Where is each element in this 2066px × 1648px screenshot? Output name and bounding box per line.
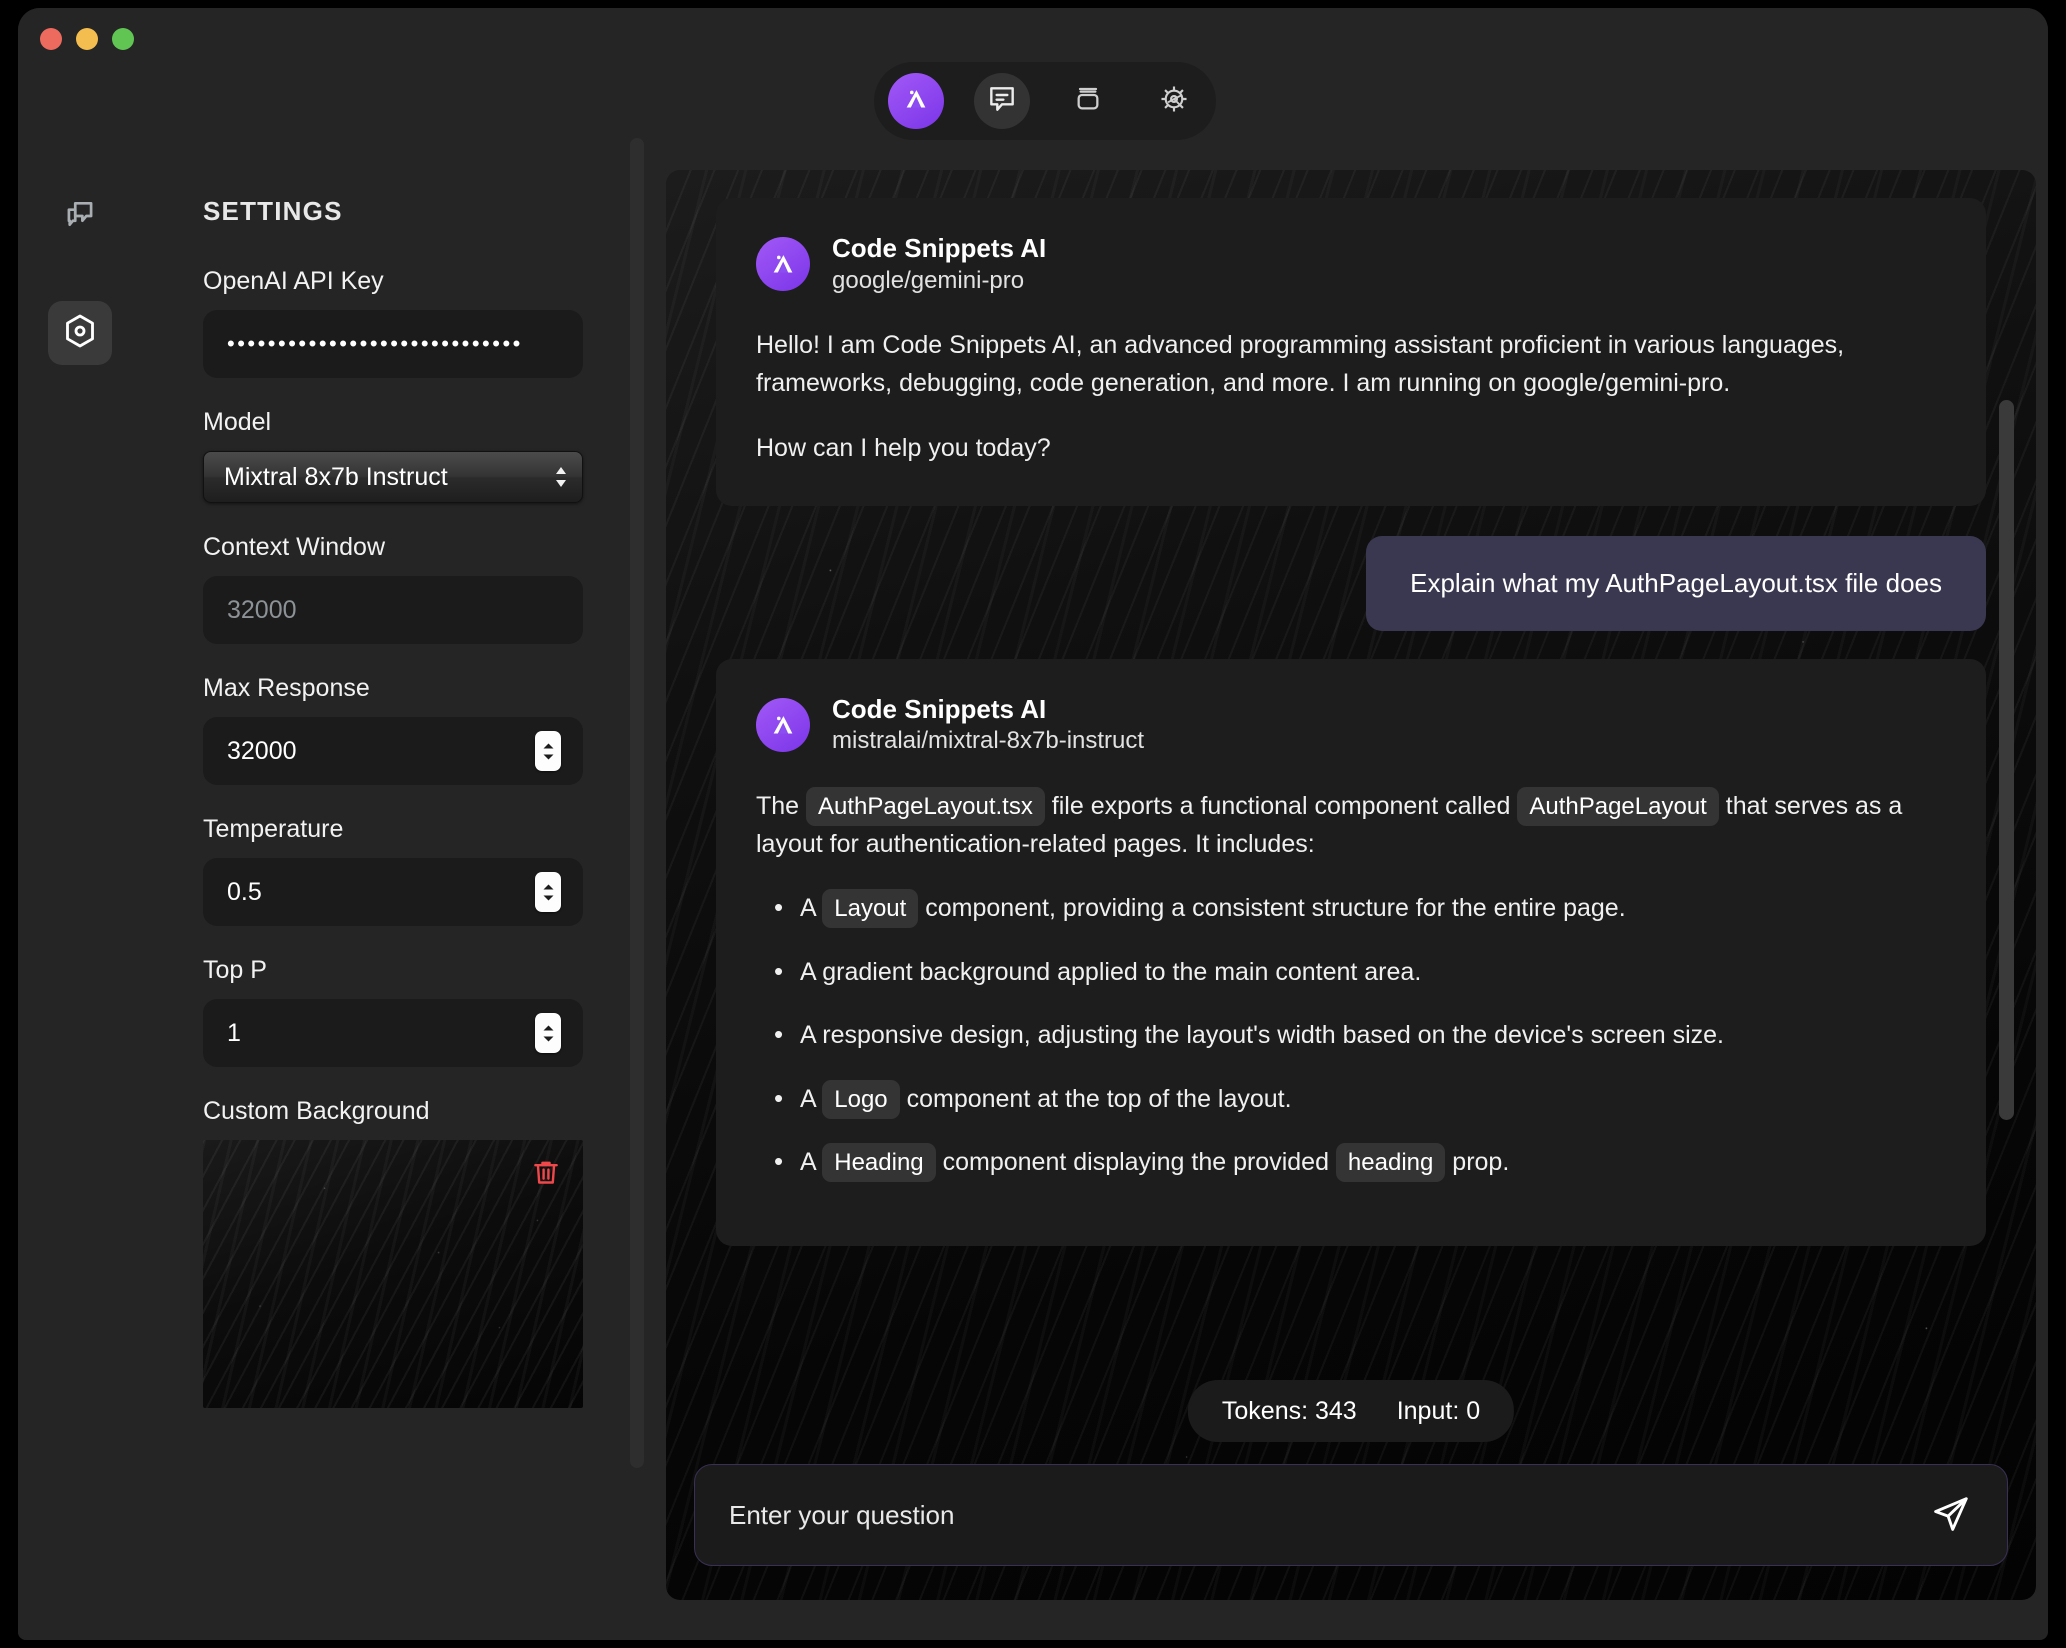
box-archive-icon	[1072, 83, 1104, 120]
message-identity: Code Snippets AI mistralai/mixtral-8x7b-…	[832, 693, 1144, 757]
inline-code: Layout	[822, 889, 918, 928]
input-count: Input: 0	[1377, 1397, 1500, 1426]
toolbar-chat-button[interactable]	[974, 73, 1030, 129]
chat-input[interactable]: Enter your question	[729, 1500, 1927, 1531]
toolbar-snippets-button[interactable]	[1060, 73, 1116, 129]
stepper-chevrons-icon	[554, 466, 568, 488]
assistant-model: google/gemini-pro	[832, 265, 1046, 296]
chat-region: Code Snippets AI google/gemini-pro Hello…	[666, 170, 2036, 1600]
api-key-label: OpenAI API Key	[203, 267, 583, 296]
assistant-name: Code Snippets AI	[832, 693, 1144, 726]
inline-code: Heading	[822, 1143, 935, 1182]
left-icon-rail	[18, 66, 158, 1640]
avatar	[756, 698, 810, 752]
sidebar-item-settings[interactable]	[48, 301, 112, 365]
toolbar-brand-logo-button[interactable]	[888, 73, 944, 129]
bullet-text: component at the top of the layout.	[900, 1085, 1292, 1113]
message-paragraph: Hello! I am Code Snippets AI, an advance…	[756, 326, 1946, 404]
trash-icon[interactable]	[529, 1156, 563, 1195]
bullet-text: A	[800, 1148, 822, 1176]
toolbar-settings-button[interactable]	[1146, 73, 1202, 129]
list-item: A Logo component at the top of the layou…	[756, 1081, 1946, 1119]
temperature-stepper[interactable]	[535, 872, 561, 912]
bullet-text: A	[800, 894, 822, 922]
sidebar-item-chats[interactable]	[48, 186, 112, 250]
intro-text-1: The	[756, 792, 806, 820]
assistant-model: mistralai/mixtral-8x7b-instruct	[832, 725, 1144, 756]
max-response-label: Max Response	[203, 674, 583, 703]
temperature-field[interactable]: 0.5	[203, 858, 583, 926]
top-p-label: Top P	[203, 956, 583, 985]
bullet-text: prop.	[1445, 1148, 1509, 1176]
custom-background-preview[interactable]	[203, 1140, 583, 1408]
token-counter-bar: Tokens: 343 Input: 0	[1188, 1380, 1514, 1442]
api-key-value: •••••••••••••••••••••••••••••	[227, 331, 523, 357]
settings-panel: SETTINGS OpenAI API Key ••••••••••••••••…	[158, 66, 628, 1640]
max-response-stepper[interactable]	[535, 731, 561, 771]
assistant-message-card: Code Snippets AI google/gemini-pro Hello…	[716, 198, 1986, 506]
model-select-value: Mixtral 8x7b Instruct	[224, 463, 448, 492]
message-header: Code Snippets AI mistralai/mixtral-8x7b-…	[756, 693, 1946, 757]
max-response-field[interactable]: 32000	[203, 717, 583, 785]
tokens-count: Tokens: 343	[1202, 1397, 1377, 1426]
inline-code: AuthPageLayout.tsx	[806, 787, 1045, 826]
top-p-stepper[interactable]	[535, 1013, 561, 1053]
chat-bubble-icon	[986, 83, 1018, 120]
list-item: A responsive design, adjusting the layou…	[756, 1017, 1946, 1055]
message-body: The AuthPageLayout.tsx file exports a fu…	[756, 787, 1946, 1182]
window-close-button[interactable]	[40, 28, 62, 50]
user-message-bubble: Explain what my AuthPageLayout.tsx file …	[1366, 536, 1986, 631]
message-header: Code Snippets AI google/gemini-pro	[756, 232, 1946, 296]
model-select[interactable]: Mixtral 8x7b Instruct	[203, 451, 583, 503]
bullet-text: component displaying the provided	[936, 1148, 1336, 1176]
message-identity: Code Snippets AI google/gemini-pro	[832, 232, 1046, 296]
chat-scrollbar[interactable]	[1999, 400, 2014, 1120]
bullet-text: A	[800, 1085, 822, 1113]
top-p-value: 1	[227, 1019, 241, 1048]
chat-bubbles-icon	[61, 197, 99, 240]
message-paragraph: How can I help you today?	[756, 429, 1946, 468]
window-maximize-button[interactable]	[112, 28, 134, 50]
hexagon-settings-icon	[60, 311, 100, 356]
bullet-text: A responsive design, adjusting the layou…	[800, 1021, 1724, 1049]
titlebar	[18, 8, 2048, 66]
chat-message-list: Code Snippets AI google/gemini-pro Hello…	[666, 170, 2036, 1330]
assistant-message-card: Code Snippets AI mistralai/mixtral-8x7b-…	[716, 659, 1986, 1246]
top-p-field[interactable]: 1	[203, 999, 583, 1067]
list-item: A gradient background applied to the mai…	[756, 954, 1946, 992]
inline-code: heading	[1336, 1143, 1445, 1182]
send-paper-plane-icon[interactable]	[1927, 1492, 1973, 1538]
list-item: A Heading component displaying the provi…	[756, 1144, 1946, 1182]
chat-input-bar[interactable]: Enter your question	[694, 1464, 2008, 1566]
api-key-field[interactable]: •••••••••••••••••••••••••••••	[203, 310, 583, 378]
feature-list: A Layout component, providing a consiste…	[756, 890, 1946, 1182]
page-title: SETTINGS	[203, 196, 583, 227]
brand-logo-icon	[901, 84, 931, 119]
settings-panel-scrollbar[interactable]	[630, 138, 644, 1468]
context-window-label: Context Window	[203, 533, 583, 562]
list-item: A Layout component, providing a consiste…	[756, 890, 1946, 928]
inline-code: AuthPageLayout	[1517, 787, 1718, 826]
app-window: SETTINGS OpenAI API Key ••••••••••••••••…	[18, 8, 2048, 1640]
avatar	[756, 237, 810, 291]
message-body: Hello! I am Code Snippets AI, an advance…	[756, 326, 1946, 468]
bullet-text: component, providing a consistent struct…	[918, 894, 1625, 922]
model-label: Model	[203, 408, 583, 437]
top-toolbar	[874, 62, 1216, 140]
window-minimize-button[interactable]	[76, 28, 98, 50]
temperature-value: 0.5	[227, 878, 262, 907]
context-window-value: 32000	[227, 596, 297, 625]
gear-icon	[1158, 83, 1190, 120]
context-window-field[interactable]: 32000	[203, 576, 583, 644]
inline-code: Logo	[822, 1080, 899, 1119]
message-paragraph: The AuthPageLayout.tsx file exports a fu…	[756, 787, 1946, 865]
max-response-value: 32000	[227, 737, 297, 766]
bullet-text: A gradient background applied to the mai…	[800, 958, 1421, 986]
assistant-name: Code Snippets AI	[832, 232, 1046, 265]
temperature-label: Temperature	[203, 815, 583, 844]
user-message-row: Explain what my AuthPageLayout.tsx file …	[666, 536, 2036, 631]
intro-text-2: file exports a functional component call…	[1045, 792, 1518, 820]
custom-background-label: Custom Background	[203, 1097, 583, 1126]
